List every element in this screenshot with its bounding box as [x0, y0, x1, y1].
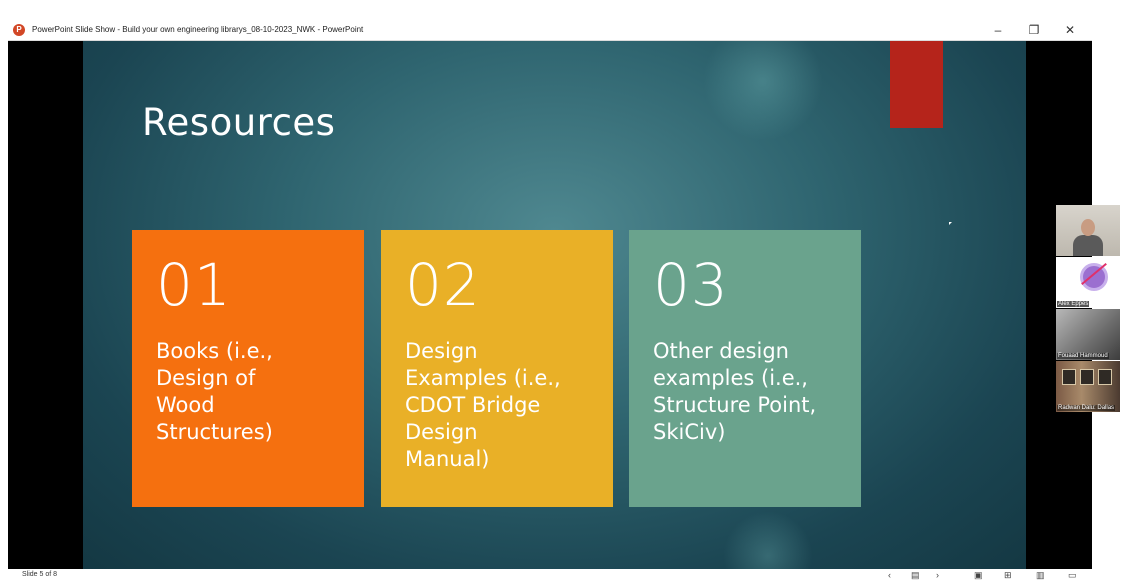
slide-sorter-button[interactable]: ⊞	[1004, 569, 1012, 581]
slide[interactable]: Resources 01 Books (i.e., Design of Wood…	[83, 41, 1026, 569]
mouse-cursor-icon	[949, 222, 952, 225]
accent-tab	[890, 41, 943, 128]
participant-name: Alex Eppes	[1057, 301, 1090, 307]
slide-counter: Slide 5 of 8	[22, 571, 58, 578]
see-all-slides-button[interactable]: ▤	[911, 569, 920, 581]
wall-frame	[1080, 369, 1094, 385]
previous-slide-button[interactable]: ‹	[888, 569, 891, 581]
card-number: 01	[156, 251, 232, 319]
slide-title: Resources	[142, 101, 336, 144]
window-title: PowerPoint Slide Show - Build your own e…	[32, 25, 364, 34]
slideshow-window: P PowerPoint Slide Show - Build your own…	[8, 20, 1092, 581]
participant-video-panel: Alex Eppes Fouaad Hammoud Radwan Dalu: D…	[1056, 205, 1120, 413]
background-glow	[723, 511, 813, 569]
card-number: 03	[653, 251, 729, 319]
resource-card-design-examples: 02 Design Examples (i.e., CDOT Bridge De…	[381, 230, 613, 507]
normal-view-button[interactable]: ▣	[974, 569, 983, 581]
slide-stage: Resources 01 Books (i.e., Design of Wood…	[8, 41, 1092, 569]
resource-card-books: 01 Books (i.e., Design of Wood Structure…	[132, 230, 364, 507]
wall-frame	[1098, 369, 1112, 385]
card-number: 02	[405, 251, 481, 319]
next-slide-button[interactable]: ›	[936, 569, 939, 581]
participant-video	[1081, 219, 1095, 236]
title-bar: P PowerPoint Slide Show - Build your own…	[8, 20, 1092, 41]
participant-video-tile[interactable]	[1056, 205, 1120, 256]
participant-video	[1073, 235, 1103, 256]
status-bar: Slide 5 of 8 ‹ ▤ › ▣ ⊞ ▥ ▭	[8, 569, 1092, 581]
participant-name: Fouaad Hammoud	[1057, 353, 1109, 359]
background-glow	[703, 41, 823, 141]
participant-video-tile[interactable]: Radwan Dalu: Dallas	[1056, 361, 1120, 412]
powerpoint-icon: P	[13, 24, 25, 36]
card-text: Other design examples (i.e., Structure P…	[653, 339, 817, 444]
minimize-button[interactable]: –	[980, 20, 1016, 41]
restore-button[interactable]: ❐	[1016, 20, 1052, 41]
avatar	[1080, 263, 1108, 291]
participant-video-tile[interactable]: Fouaad Hammoud	[1056, 309, 1120, 360]
resource-card-other-examples: 03 Other design examples (i.e., Structur…	[629, 230, 861, 507]
slideshow-button[interactable]: ▭	[1068, 569, 1077, 581]
close-button[interactable]: ✕	[1052, 20, 1088, 41]
reading-view-button[interactable]: ▥	[1036, 569, 1045, 581]
card-text: Design Examples (i.e., CDOT Bridge Desig…	[405, 339, 561, 471]
card-text: Books (i.e., Design of Wood Structures)	[156, 339, 273, 444]
participant-avatar-tile[interactable]: Alex Eppes	[1056, 257, 1120, 308]
participant-name: Radwan Dalu: Dallas	[1057, 405, 1116, 411]
wall-frame	[1062, 369, 1076, 385]
